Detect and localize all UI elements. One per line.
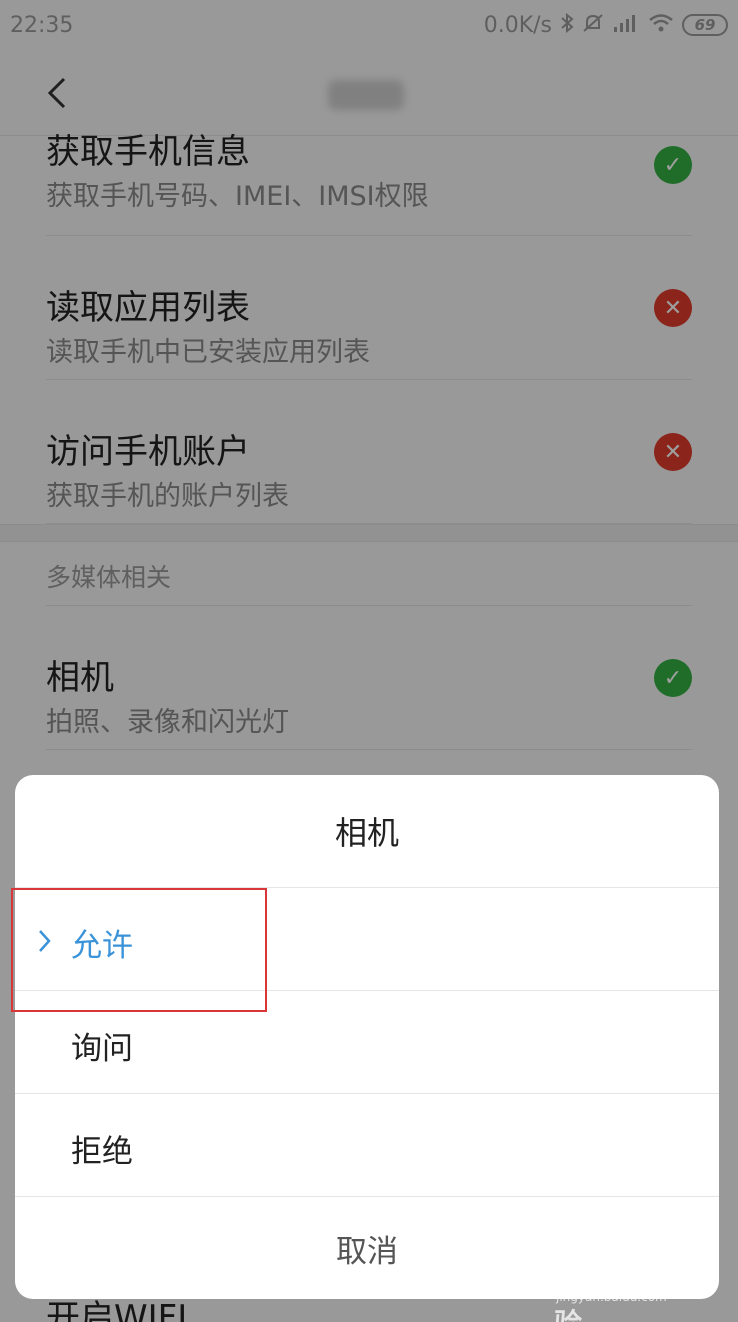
option-label: 拒绝 bbox=[71, 1134, 133, 1170]
option-deny[interactable]: 拒绝 bbox=[15, 1094, 719, 1197]
dialog-title: 相机 bbox=[15, 775, 719, 888]
watermark-url: jingyan.baidu.com bbox=[556, 1290, 667, 1304]
watermark: Bai du 经验 jingyan.baidu.com bbox=[554, 1243, 694, 1322]
highlight-annotation bbox=[11, 888, 267, 1012]
permission-dialog: 相机 允许 询问 拒绝 取消 bbox=[15, 775, 719, 1299]
option-label: 询问 bbox=[71, 1031, 133, 1067]
